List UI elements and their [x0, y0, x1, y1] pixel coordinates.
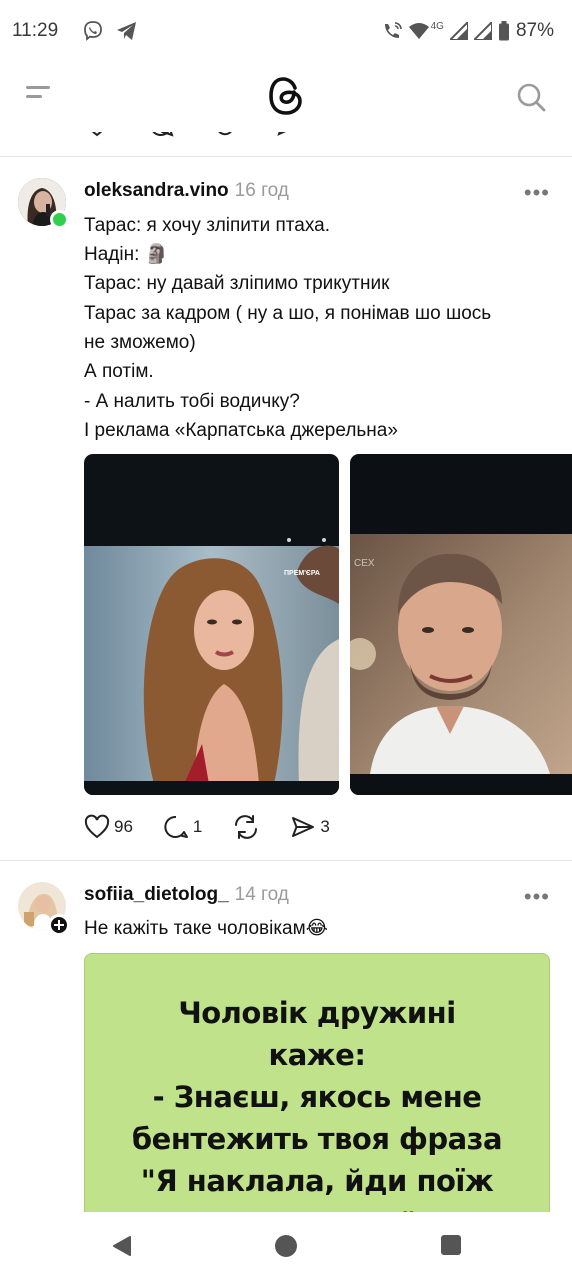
post-text-line: - А налить тобі водичку? — [84, 391, 300, 412]
meme-text-line: "Я наклала, йди поїж — [140, 1164, 494, 1198]
like-count: 96 — [114, 817, 133, 836]
post-actions: 96 1 3 — [84, 814, 360, 840]
comment-icon — [164, 815, 188, 838]
post-text-line: Надін: 🗿 — [84, 244, 169, 265]
share-icon — [292, 817, 315, 837]
meme-image[interactable]: Чоловік дружині каже: - Знаєш, якось мен… — [84, 953, 550, 1233]
reply-count: 1 — [192, 817, 203, 836]
network-type-label: 4G — [430, 20, 444, 32]
top-app-bar — [0, 62, 572, 132]
wifi-call-icon — [381, 21, 403, 41]
post-text-line: Тарас: ну давай зліпимо трикутник — [84, 273, 390, 294]
recents-icon[interactable] — [440, 1234, 462, 1261]
wifi-icon — [408, 23, 429, 39]
meme-text-line: Чоловік дружині — [178, 996, 456, 1030]
system-nav-bar — [0, 1212, 572, 1280]
more-options-icon[interactable]: ••• — [524, 884, 550, 910]
post-text-line: не зможемо) — [84, 332, 196, 353]
repost-icon — [235, 815, 258, 839]
post-text-line: Тарас за кадром ( ну а шо, я понімав шо … — [84, 303, 492, 324]
status-bar: 11:29 4G 87% — [0, 0, 572, 62]
viber-icon — [82, 20, 104, 42]
meme-text-line: - Знаєш, якось мене — [152, 1080, 482, 1114]
battery-icon — [498, 21, 510, 41]
online-status-badge — [50, 210, 69, 229]
share-count: 3 — [320, 817, 330, 836]
post-text-line: І реклама «Карпатська джерельна» — [84, 420, 398, 441]
premiere-badge: ПРЕМ'ЄРА — [284, 570, 320, 577]
repost-button[interactable] — [232, 814, 260, 840]
post-time: 14 год — [234, 884, 289, 905]
status-time: 11:29 — [12, 20, 59, 41]
post-text-line: А потім. — [84, 361, 154, 382]
threads-logo-icon[interactable] — [266, 74, 306, 123]
menu-icon[interactable] — [26, 86, 50, 108]
heart-icon — [84, 814, 110, 839]
reply-button[interactable]: 1 — [163, 814, 202, 840]
battery-percent: 87% — [515, 20, 554, 41]
post-image-woman[interactable]: ПРЕМ'ЄРА — [84, 454, 339, 795]
meme-text-line: каже: — [268, 1038, 366, 1072]
post-image-man[interactable]: СЕХ — [350, 454, 572, 795]
divider — [0, 156, 572, 157]
post-text-line: Тарас: я хочу зліпити птаха. — [84, 215, 330, 236]
like-button[interactable]: 96 — [84, 814, 133, 840]
post-username[interactable]: oleksandra.vino 16 год — [84, 180, 289, 202]
divider — [0, 860, 572, 861]
signal-icon-2 — [473, 22, 492, 40]
post-text-line: Не кажіть таке чоловікам😂 — [84, 918, 328, 939]
username-link[interactable]: sofiia_dietolog_ — [84, 884, 229, 905]
post-username[interactable]: sofiia_dietolog_ 14 год — [84, 884, 289, 906]
telegram-icon — [116, 21, 138, 41]
more-options-icon[interactable]: ••• — [524, 180, 550, 206]
post-time: 16 год — [234, 180, 289, 201]
username-link[interactable]: oleksandra.vino — [84, 180, 229, 201]
meme-text-line: бентежить твоя фраза — [131, 1122, 503, 1156]
home-icon[interactable] — [274, 1234, 298, 1263]
follow-plus-badge[interactable] — [48, 914, 70, 936]
back-icon[interactable] — [110, 1234, 134, 1263]
channel-watermark: СЕХ — [354, 558, 375, 569]
search-icon[interactable] — [516, 82, 546, 117]
share-button[interactable]: 3 — [290, 814, 330, 840]
plus-icon — [54, 920, 64, 930]
signal-icon — [449, 22, 468, 40]
